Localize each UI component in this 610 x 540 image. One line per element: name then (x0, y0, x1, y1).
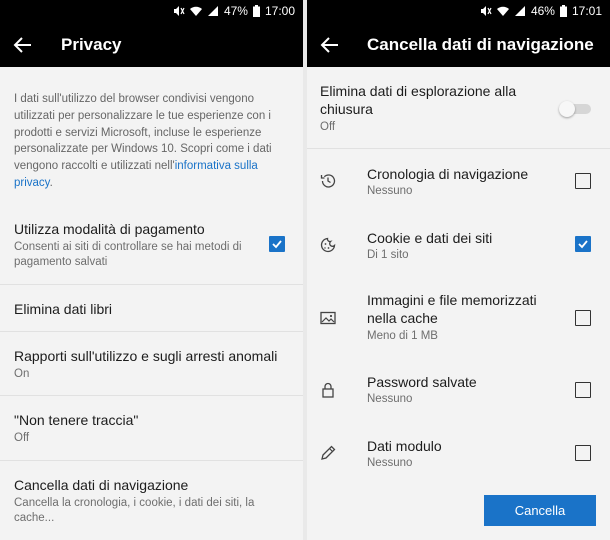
image-icon (320, 311, 336, 325)
battery-level: 46% (530, 4, 555, 18)
app-bar: Privacy (0, 22, 303, 67)
lock-icon (322, 382, 334, 398)
wifi-icon (496, 6, 509, 16)
delete-book-data-item[interactable]: Elimina dati libri (0, 285, 303, 332)
usage-reports-item[interactable]: Rapporti sull'utilizzo e sugli arresti a… (0, 332, 303, 396)
toggle-knob (559, 101, 575, 117)
saved-passwords-checkbox[interactable] (575, 382, 591, 398)
pencil-icon (321, 445, 336, 460)
wifi-icon (189, 6, 202, 16)
saved-passwords-option[interactable]: Password salvate Nessuno (307, 360, 610, 424)
option-subtitle: Nessuno (367, 457, 413, 469)
checkmark-icon (272, 240, 282, 249)
cookies-checkbox[interactable] (575, 236, 591, 252)
signal-icon (207, 6, 218, 16)
signal-icon (514, 6, 525, 16)
option-subtitle: Meno di 1 MB (367, 330, 438, 342)
page-title: Privacy (61, 35, 122, 54)
clear-browsing-data-screen: 46% 17:01 Cancella dati di navigazione E… (307, 0, 610, 540)
cookie-icon (320, 237, 336, 253)
status-bar: 46% 17:01 (307, 0, 610, 22)
option-subtitle: Nessuno (367, 185, 413, 197)
setting-title: Elimina dati libri (14, 301, 113, 317)
option-title: Dati modulo (367, 438, 442, 454)
cached-images-checkbox[interactable] (575, 310, 591, 326)
option-subtitle: Di 1 sito (367, 249, 409, 261)
clock: 17:00 (264, 4, 295, 18)
page-title: Cancella dati di navigazione (367, 35, 594, 54)
setting-subtitle: Off (320, 121, 336, 133)
setting-subtitle: Off (14, 432, 30, 444)
battery-icon (252, 5, 260, 17)
privacy-screen: 47% 17:00 Privacy I dati sull'utilizzo d… (0, 0, 303, 540)
setting-title: Utilizza modalità di pagamento (14, 221, 205, 237)
setting-title: Rapporti sull'utilizzo e sugli arresti a… (14, 348, 278, 364)
description-end: . (49, 176, 53, 189)
option-title: Immagini e file memorizzati nella cache (367, 292, 537, 326)
checkmark-icon (578, 240, 588, 249)
payment-methods-setting[interactable]: Utilizza modalità di pagamento Consenti … (0, 210, 303, 285)
setting-subtitle: Cancella la cronologia, i cookie, i dati… (14, 497, 255, 524)
back-arrow-icon[interactable] (12, 34, 34, 56)
history-option[interactable]: Cronologia di navigazione Nessuno (307, 149, 610, 212)
option-title: Cookie e dati dei siti (367, 230, 493, 246)
battery-icon (559, 5, 567, 17)
cookies-option[interactable]: Cookie e dati dei siti Di 1 sito (307, 212, 610, 276)
setting-title: "Non tenere traccia" (14, 412, 139, 428)
app-bar: Cancella dati di navigazione (307, 22, 610, 67)
setting-subtitle: Consenti ai siti di controllare se hai m… (14, 241, 242, 268)
battery-level: 47% (223, 4, 248, 18)
status-bar: 47% 17:00 (0, 0, 303, 22)
form-data-checkbox[interactable] (575, 445, 591, 461)
history-checkbox[interactable] (575, 173, 591, 189)
setting-title: Elimina dati di esplorazione alla chiusu… (320, 83, 517, 117)
delete-on-exit-toggle[interactable] (559, 101, 591, 117)
payment-methods-checkbox[interactable] (269, 236, 285, 252)
option-subtitle: Nessuno (367, 393, 413, 405)
do-not-track-item[interactable]: "Non tenere traccia" Off (0, 396, 303, 461)
clock: 17:01 (571, 4, 602, 18)
setting-subtitle: On (14, 368, 30, 380)
form-data-option[interactable]: Dati modulo Nessuno (307, 424, 610, 488)
back-arrow-icon[interactable] (319, 34, 341, 56)
mute-icon (173, 6, 185, 16)
history-icon (320, 174, 336, 188)
setting-title: Cancella dati di navigazione (14, 477, 189, 493)
clear-button[interactable]: Cancella (484, 495, 596, 526)
delete-on-exit-setting[interactable]: Elimina dati di esplorazione alla chiusu… (307, 67, 610, 149)
option-title: Password salvate (367, 374, 477, 390)
option-title: Cronologia di navigazione (367, 166, 529, 182)
clear-browsing-data-item[interactable]: Cancella dati di navigazione Cancella la… (0, 461, 303, 540)
mute-icon (480, 6, 492, 16)
cached-images-option[interactable]: Immagini e file memorizzati nella cache … (307, 276, 610, 360)
privacy-description: I dati sull'utilizzo del browser condivi… (14, 91, 284, 192)
